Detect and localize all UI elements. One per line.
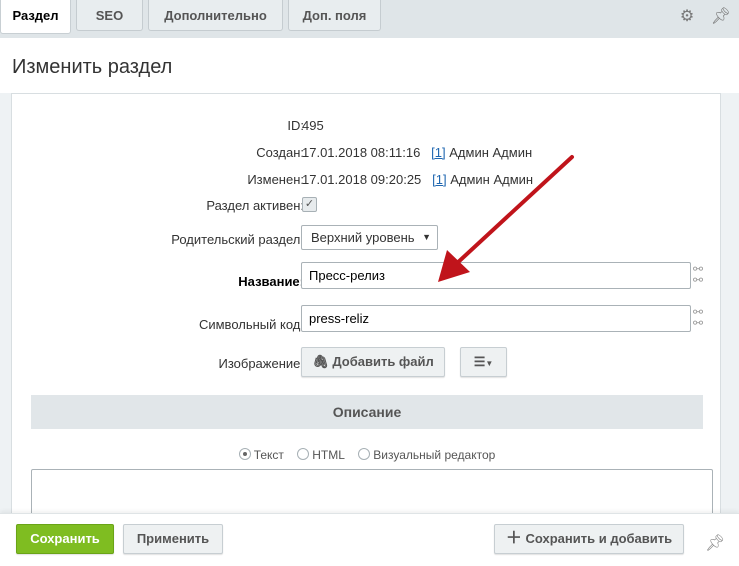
save-button[interactable]: Сохранить	[16, 524, 114, 554]
save-and-add-label: Сохранить и добавить	[525, 531, 673, 546]
plus-icon: ＋	[505, 530, 522, 547]
arrow-shaft	[453, 155, 574, 267]
save-and-add-button[interactable]: ＋ Сохранить и добавить	[494, 524, 684, 554]
annotation-arrow	[438, 155, 574, 282]
footer-bar: Сохранить Применить ＋ Сохранить и добави…	[0, 513, 739, 566]
pin-icon[interactable]: 📌︎	[705, 533, 725, 553]
apply-button[interactable]: Применить	[123, 524, 223, 554]
